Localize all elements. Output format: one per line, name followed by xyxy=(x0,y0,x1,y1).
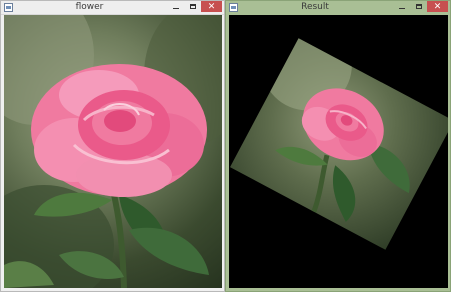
window-app-icon xyxy=(229,3,238,12)
window-app-icon xyxy=(4,3,13,12)
close-icon: ✕ xyxy=(207,1,216,12)
flower-image xyxy=(4,15,222,288)
maximize-icon xyxy=(415,4,422,9)
flower-window[interactable]: flower ✕ xyxy=(0,0,225,292)
flower-titlebar[interactable]: flower ✕ xyxy=(1,1,224,15)
minimize-icon xyxy=(172,8,179,9)
maximize-button[interactable] xyxy=(410,1,427,12)
close-button[interactable]: ✕ xyxy=(201,1,222,12)
minimize-icon xyxy=(398,8,405,9)
result-titlebar[interactable]: Result ✕ xyxy=(226,1,450,14)
maximize-icon xyxy=(189,4,196,9)
close-button[interactable]: ✕ xyxy=(427,1,448,12)
rose-photo xyxy=(4,15,222,288)
close-icon: ✕ xyxy=(433,1,442,12)
window-title: Result xyxy=(301,2,329,12)
rotated-rose-image xyxy=(230,38,448,250)
maximize-button[interactable] xyxy=(184,1,201,12)
result-window[interactable]: Result ✕ xyxy=(225,0,451,292)
minimize-button[interactable] xyxy=(393,1,410,12)
window-title: flower xyxy=(75,2,104,12)
rotated-rose-photo xyxy=(261,38,410,222)
result-canvas xyxy=(229,15,448,288)
minimize-button[interactable] xyxy=(167,1,184,12)
